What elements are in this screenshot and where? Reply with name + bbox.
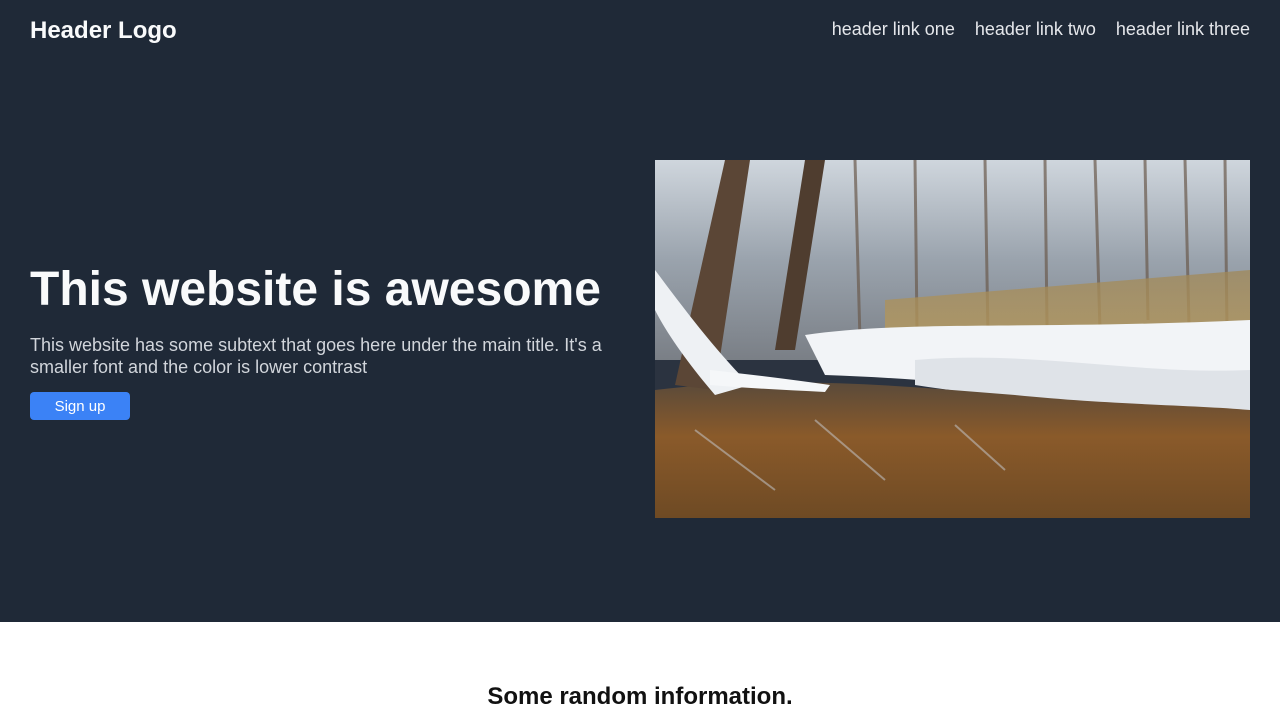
info-heading: Some random information. (487, 683, 793, 710)
signup-button[interactable]: Sign up (30, 392, 130, 420)
hero-title: This website is awesome (30, 263, 601, 316)
header-link-one[interactable]: header link one (832, 19, 955, 40)
hero-image (655, 160, 1250, 518)
header-nav: header link one header link two header l… (832, 19, 1250, 40)
header-link-two[interactable]: header link two (975, 19, 1096, 40)
hero-subtext: This website has some subtext that goes … (30, 335, 602, 377)
hero-section: Header Logo header link one header link … (0, 0, 1280, 622)
header-link-three[interactable]: header link three (1116, 19, 1250, 40)
header-logo[interactable]: Header Logo (30, 17, 177, 45)
